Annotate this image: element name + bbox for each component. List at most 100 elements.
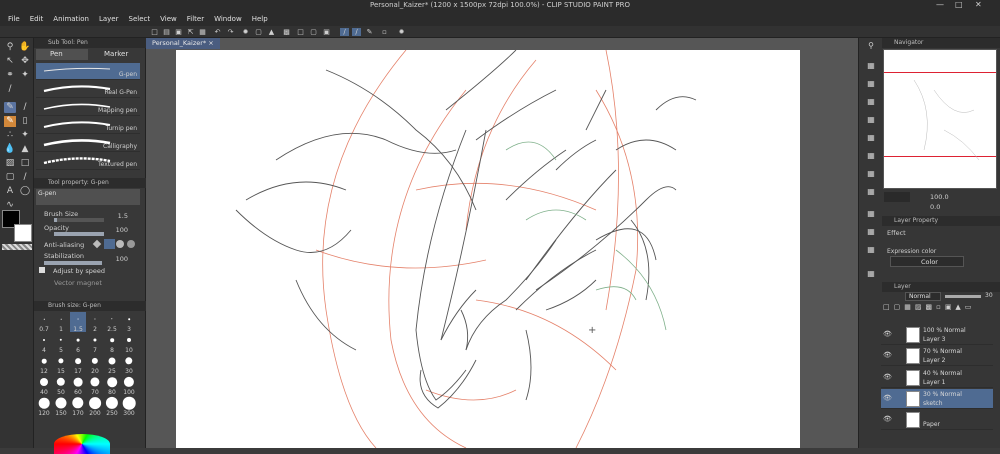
- navigator-zoom-value[interactable]: 100.0: [930, 193, 949, 201]
- brush-size-option[interactable]: 40: [36, 375, 52, 395]
- brush-size-option[interactable]: 12: [36, 354, 52, 374]
- text-icon[interactable]: A: [4, 186, 16, 197]
- brush-size-option[interactable]: 60: [70, 375, 86, 395]
- brush-size-option[interactable]: 120: [36, 396, 52, 416]
- eye-icon[interactable]: 👁: [883, 373, 892, 381]
- brush-size-option[interactable]: 2: [87, 312, 103, 332]
- gradient-icon[interactable]: ▨: [4, 158, 16, 169]
- material-icon[interactable]: ▦: [865, 186, 877, 198]
- menu-window[interactable]: Window: [214, 15, 242, 23]
- brush-size-option[interactable]: 25: [104, 354, 120, 374]
- brush-size-option[interactable]: 150: [53, 396, 69, 416]
- brush-size-option[interactable]: 6: [70, 333, 86, 353]
- undo-icon[interactable]: ↶: [213, 28, 222, 36]
- material-icon[interactable]: ▦: [865, 150, 877, 162]
- navigator-preview[interactable]: [883, 49, 997, 189]
- material-icon[interactable]: ▦: [865, 114, 877, 126]
- layer-row[interactable]: 👁40 % NormalLayer 1: [881, 368, 993, 388]
- decoration-icon[interactable]: ✦: [19, 130, 31, 141]
- color-wheel[interactable]: [54, 434, 110, 454]
- material-icon[interactable]: ▦: [865, 96, 877, 108]
- stabilization-slider[interactable]: [44, 261, 102, 265]
- snap-special-ruler-icon[interactable]: ∕: [352, 28, 361, 36]
- brush-icon[interactable]: ✎: [4, 116, 16, 127]
- eraser-icon[interactable]: ▯: [19, 116, 31, 127]
- export-icon[interactable]: ⇱: [186, 28, 195, 36]
- brush-size-option[interactable]: 8: [104, 333, 120, 353]
- zoom-icon[interactable]: ⚲: [4, 42, 16, 53]
- brush-size-option[interactable]: 250: [104, 396, 120, 416]
- menu-edit[interactable]: Edit: [30, 15, 44, 23]
- layer-opacity-slider[interactable]: [945, 295, 981, 298]
- aa-weak-icon[interactable]: [104, 239, 115, 249]
- brush-size-option[interactable]: 0.7: [36, 312, 52, 332]
- brush-real-g-pen[interactable]: Real G-Pen: [36, 81, 140, 98]
- close-icon[interactable]: ✕: [975, 0, 982, 9]
- eye-icon[interactable]: 👁: [883, 330, 892, 338]
- layer-opacity-value[interactable]: 30: [985, 292, 993, 299]
- brush-size-option[interactable]: 100: [121, 375, 137, 395]
- brush-size-option[interactable]: 50: [53, 375, 69, 395]
- brush-size-option[interactable]: 2.5: [104, 312, 120, 332]
- aa-strong-icon[interactable]: [127, 240, 135, 248]
- anti-aliasing-selector[interactable]: [94, 239, 142, 249]
- opacity-slider[interactable]: [54, 232, 104, 236]
- move-layer-icon[interactable]: ✥: [19, 56, 31, 67]
- new-file-icon[interactable]: □: [150, 28, 159, 36]
- crop-icon[interactable]: ▣: [322, 28, 331, 36]
- balloon-icon[interactable]: ◯: [19, 186, 31, 197]
- eyedropper-icon[interactable]: ∕: [4, 84, 16, 95]
- blend-icon[interactable]: 💧: [4, 144, 16, 155]
- brush-size-option[interactable]: 17: [70, 354, 86, 374]
- hand-icon[interactable]: ✋: [19, 42, 31, 53]
- brush-turnip-pen[interactable]: Turnip pen: [36, 117, 140, 134]
- brush-size-option[interactable]: 80: [104, 375, 120, 395]
- search-icon[interactable]: ⚲: [865, 40, 877, 52]
- print-icon[interactable]: ▦: [198, 28, 207, 36]
- brush-size-option[interactable]: 1: [53, 312, 69, 332]
- settings-icon[interactable]: ✹: [397, 28, 406, 36]
- brush-size-option[interactable]: 10: [121, 333, 137, 353]
- layer-row[interactable]: 👁100 % NormalLayer 3: [881, 325, 993, 345]
- layer-row[interactable]: 👁70 % NormalLayer 2: [881, 346, 993, 366]
- ruler-icon[interactable]: ∕: [19, 172, 31, 183]
- brush-size-option[interactable]: 30: [121, 354, 137, 374]
- document-tab[interactable]: Personal_Kaizer* ×: [146, 38, 220, 49]
- material-icon[interactable]: ▦: [865, 132, 877, 144]
- brush-size-slider[interactable]: [54, 218, 104, 222]
- aa-medium-icon[interactable]: [116, 240, 124, 248]
- eye-icon[interactable]: 👁: [883, 415, 892, 423]
- pen-icon[interactable]: ✎: [4, 102, 16, 113]
- blend-mode-select[interactable]: Normal: [905, 292, 941, 301]
- brush-mapping-pen[interactable]: Mapping pen: [36, 99, 140, 116]
- eye-icon[interactable]: 👁: [883, 394, 892, 402]
- navigator-rotation-value[interactable]: 0.0: [930, 203, 940, 211]
- navigator-zoom-slider[interactable]: [884, 192, 910, 202]
- brush-size-option[interactable]: 300: [121, 396, 137, 416]
- menu-file[interactable]: File: [8, 15, 20, 23]
- brush-size-option[interactable]: 15: [53, 354, 69, 374]
- transparent-color-swatch[interactable]: [2, 244, 32, 250]
- minimize-icon[interactable]: —: [936, 0, 944, 9]
- redo-icon[interactable]: ↷: [226, 28, 235, 36]
- eye-icon[interactable]: 👁: [883, 351, 892, 359]
- figure-icon[interactable]: □: [19, 158, 31, 169]
- brush-size-option[interactable]: 4: [36, 333, 52, 353]
- snap-grid-icon[interactable]: ✎: [365, 28, 374, 36]
- tab-marker[interactable]: Marker: [90, 49, 140, 60]
- brush-size-option[interactable]: 70: [87, 375, 103, 395]
- clear-outside-icon[interactable]: ▢: [254, 28, 263, 36]
- material-icon[interactable]: ▦: [865, 60, 877, 72]
- brush-size-option[interactable]: 200: [87, 396, 103, 416]
- save-icon[interactable]: ▣: [174, 28, 183, 36]
- brush-size-value[interactable]: 1.5: [104, 212, 128, 220]
- sub-color-swatch[interactable]: [14, 224, 32, 242]
- menu-filter[interactable]: Filter: [187, 15, 204, 23]
- menu-select[interactable]: Select: [129, 15, 151, 23]
- material-icon[interactable]: ▦: [865, 78, 877, 90]
- airbrush-icon[interactable]: ∴: [4, 130, 16, 141]
- adjust-by-speed-checkbox[interactable]: [39, 267, 45, 273]
- brush-size-option[interactable]: 170: [70, 396, 86, 416]
- material-icon[interactable]: ▦: [865, 244, 877, 256]
- layer-tools-row[interactable]: □▢▦▨▩▫▣▲▭: [883, 303, 997, 313]
